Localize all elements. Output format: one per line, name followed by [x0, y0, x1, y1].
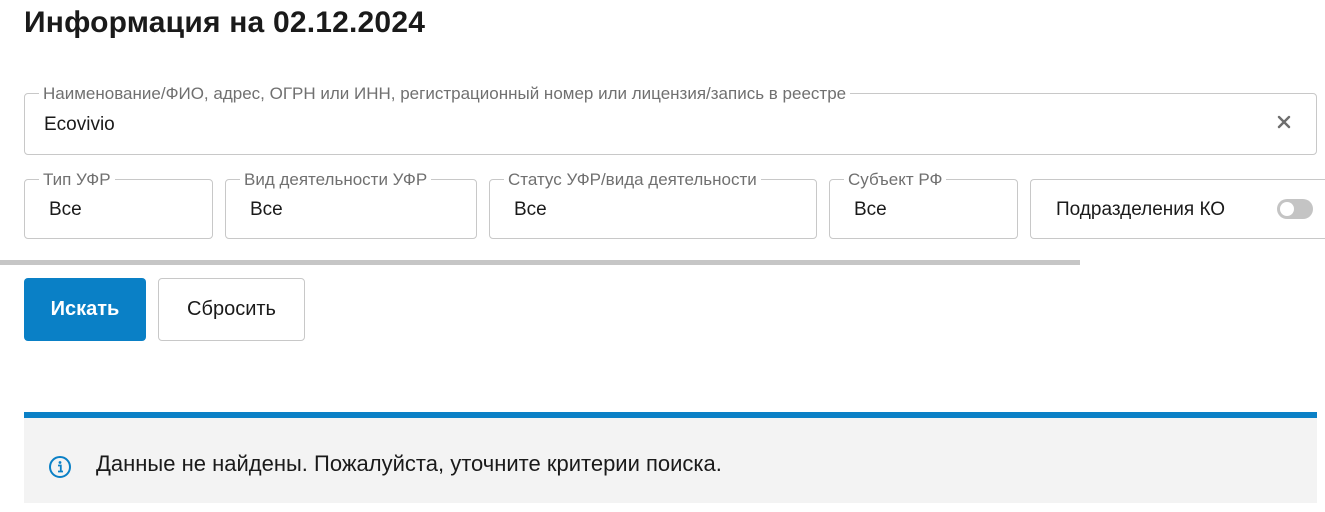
filter-activity-type-value[interactable]: Все	[250, 199, 283, 221]
no-results-notice: Данные не найдены. Пожалуйста, уточните …	[24, 412, 1317, 503]
branches-toggle[interactable]	[1277, 199, 1313, 219]
filter-status-label: Статус УФР/вида деятельности	[504, 170, 761, 190]
page-title: Информация на 02.12.2024	[24, 6, 426, 39]
filter-status[interactable]: Статус УФР/вида деятельности Все	[489, 170, 817, 239]
filter-ufr-type[interactable]: Тип УФР Все	[24, 170, 213, 239]
close-icon[interactable]	[1274, 112, 1294, 132]
filter-ufr-type-value[interactable]: Все	[49, 199, 82, 221]
search-field-label: Наименование/ФИО, адрес, ОГРН или ИНН, р…	[39, 84, 851, 104]
branches-toggle-label: Подразделения КО	[1056, 199, 1226, 220]
page: Информация на 02.12.2024 Наименование/ФИ…	[0, 0, 1325, 512]
filter-activity-type[interactable]: Вид деятельности УФР Все	[225, 170, 477, 239]
info-icon	[48, 455, 72, 479]
filter-status-value[interactable]: Все	[514, 199, 547, 221]
toggle-knob	[1280, 202, 1294, 216]
filter-region[interactable]: Субъект РФ Все	[829, 170, 1018, 239]
reset-button[interactable]: Сбросить	[158, 278, 305, 341]
filter-region-value[interactable]: Все	[854, 199, 887, 221]
search-button[interactable]: Искать	[24, 278, 146, 341]
filter-region-label: Субъект РФ	[844, 170, 947, 190]
branches-toggle-field[interactable]: Подразделения КО	[1030, 179, 1325, 239]
filter-activity-type-label: Вид деятельности УФР	[240, 170, 432, 190]
filter-ufr-type-label: Тип УФР	[39, 170, 115, 190]
search-input[interactable]: Ecovivio	[44, 114, 115, 136]
search-field[interactable]: Наименование/ФИО, адрес, ОГРН или ИНН, р…	[24, 84, 1317, 155]
horizontal-scrollbar[interactable]	[0, 260, 1080, 265]
notice-text: Данные не найдены. Пожалуйста, уточните …	[96, 451, 722, 476]
